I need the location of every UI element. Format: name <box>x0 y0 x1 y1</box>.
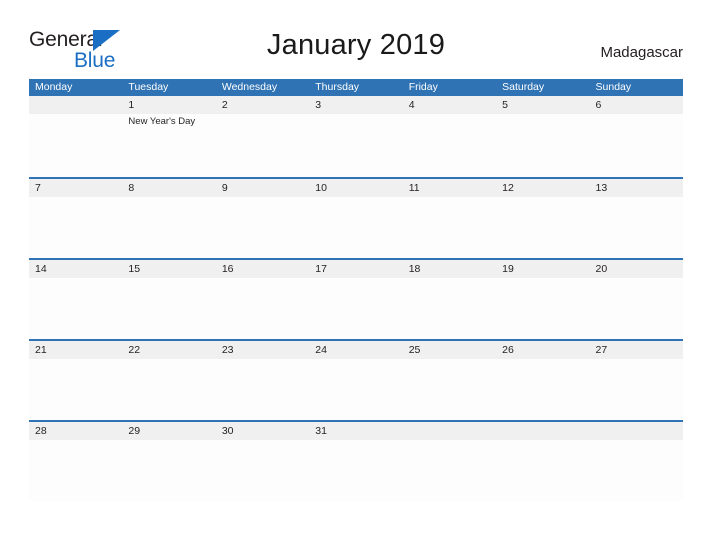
calendar-week-row: 1 New Year's Day 2 3 4 5 6 <box>29 96 683 177</box>
day-cell[interactable] <box>29 96 123 177</box>
day-number: 22 <box>128 344 141 356</box>
day-cell[interactable]: 5 <box>496 96 590 177</box>
day-number: 30 <box>221 425 234 437</box>
day-number: 1 <box>128 99 135 111</box>
day-cell[interactable]: 16 <box>215 260 310 339</box>
day-cell[interactable]: 1 New Year's Day <box>122 96 216 177</box>
day-number: 5 <box>502 99 508 111</box>
country-label: Madagascar <box>600 44 683 61</box>
day-cell[interactable]: 27 <box>589 341 683 420</box>
calendar-week-row: 14 15 16 17 18 19 20 <box>29 258 683 339</box>
day-number: 10 <box>315 182 327 194</box>
day-number: 14 <box>35 263 47 275</box>
day-number: 4 <box>408 99 415 111</box>
day-cell[interactable]: 13 <box>589 179 683 258</box>
day-number: 21 <box>35 344 47 356</box>
calendar-grid: Monday Tuesday Wednesday Thursday Friday… <box>29 79 683 501</box>
day-number: 19 <box>502 263 514 275</box>
day-number: 29 <box>128 425 141 437</box>
day-number: 3 <box>315 99 322 111</box>
day-number: 11 <box>408 182 420 194</box>
day-cell[interactable]: 10 <box>309 179 403 258</box>
day-cell[interactable]: 4 <box>402 96 497 177</box>
day-cell[interactable]: 22 <box>122 341 216 420</box>
weekday-header-wednesday: Wednesday <box>221 81 278 93</box>
day-cell[interactable]: 2 <box>215 96 310 177</box>
day-cell[interactable] <box>589 422 683 501</box>
day-cell[interactable]: 8 <box>122 179 216 258</box>
calendar-week-row: 7 8 9 10 11 12 13 <box>29 177 683 258</box>
day-cell[interactable]: 29 <box>122 422 216 501</box>
day-number: 27 <box>595 344 608 356</box>
calendar-week-row: 28 29 30 31 <box>29 420 683 501</box>
day-cell[interactable]: 26 <box>496 341 590 420</box>
day-number: 26 <box>502 344 514 356</box>
day-cell[interactable]: 17 <box>309 260 403 339</box>
weekday-header-saturday: Saturday <box>502 81 545 93</box>
day-number: 25 <box>408 344 421 356</box>
day-cell[interactable]: 31 <box>309 422 403 501</box>
day-number: 12 <box>502 182 514 194</box>
day-number: 24 <box>315 344 327 356</box>
day-cell[interactable]: 11 <box>402 179 497 258</box>
day-cell[interactable]: 24 <box>309 341 403 420</box>
day-number: 9 <box>221 182 228 194</box>
day-number: 16 <box>221 263 234 275</box>
day-cell[interactable]: 14 <box>29 260 123 339</box>
day-number: 23 <box>221 344 234 356</box>
day-cell[interactable]: 28 <box>29 422 123 501</box>
day-number: 18 <box>408 263 421 275</box>
day-cell[interactable]: 3 <box>309 96 403 177</box>
day-number: 17 <box>315 263 327 275</box>
day-cell[interactable]: 15 <box>122 260 216 339</box>
day-number: 7 <box>35 182 41 194</box>
day-cell[interactable]: 30 <box>215 422 310 501</box>
day-cell[interactable]: 25 <box>402 341 497 420</box>
weekday-header-friday: Friday <box>408 81 438 93</box>
weekday-header-monday: Monday <box>35 81 73 93</box>
calendar-page: General Blue January 2019 Madagascar Mon… <box>0 0 712 550</box>
day-number: 15 <box>128 263 141 275</box>
day-cell[interactable]: 9 <box>215 179 310 258</box>
page-header: General Blue January 2019 Madagascar <box>0 0 712 76</box>
day-number: 28 <box>35 425 47 437</box>
weekday-header-thursday: Thursday <box>315 81 360 93</box>
day-cell[interactable]: 6 <box>589 96 683 177</box>
day-event: New Year's Day <box>128 116 196 127</box>
calendar-week-row: 21 22 23 24 25 26 27 <box>29 339 683 420</box>
day-number: 2 <box>221 99 228 111</box>
weekday-header-row: Monday Tuesday Wednesday Thursday Friday… <box>29 79 683 96</box>
day-number: 20 <box>595 263 608 275</box>
weekday-header-tuesday: Tuesday <box>128 81 169 93</box>
weekday-header-sunday: Sunday <box>595 81 632 93</box>
day-cell[interactable]: 12 <box>496 179 590 258</box>
day-cell[interactable]: 23 <box>215 341 310 420</box>
day-number: 6 <box>595 99 602 111</box>
day-number: 8 <box>128 182 135 194</box>
day-cell[interactable]: 19 <box>496 260 590 339</box>
day-cell[interactable] <box>496 422 590 501</box>
day-cell[interactable]: 18 <box>402 260 497 339</box>
day-cell[interactable]: 21 <box>29 341 123 420</box>
day-cell[interactable]: 7 <box>29 179 123 258</box>
day-number: 13 <box>595 182 608 194</box>
day-number: 31 <box>315 425 327 437</box>
day-cell[interactable]: 20 <box>589 260 683 339</box>
day-cell[interactable] <box>402 422 497 501</box>
